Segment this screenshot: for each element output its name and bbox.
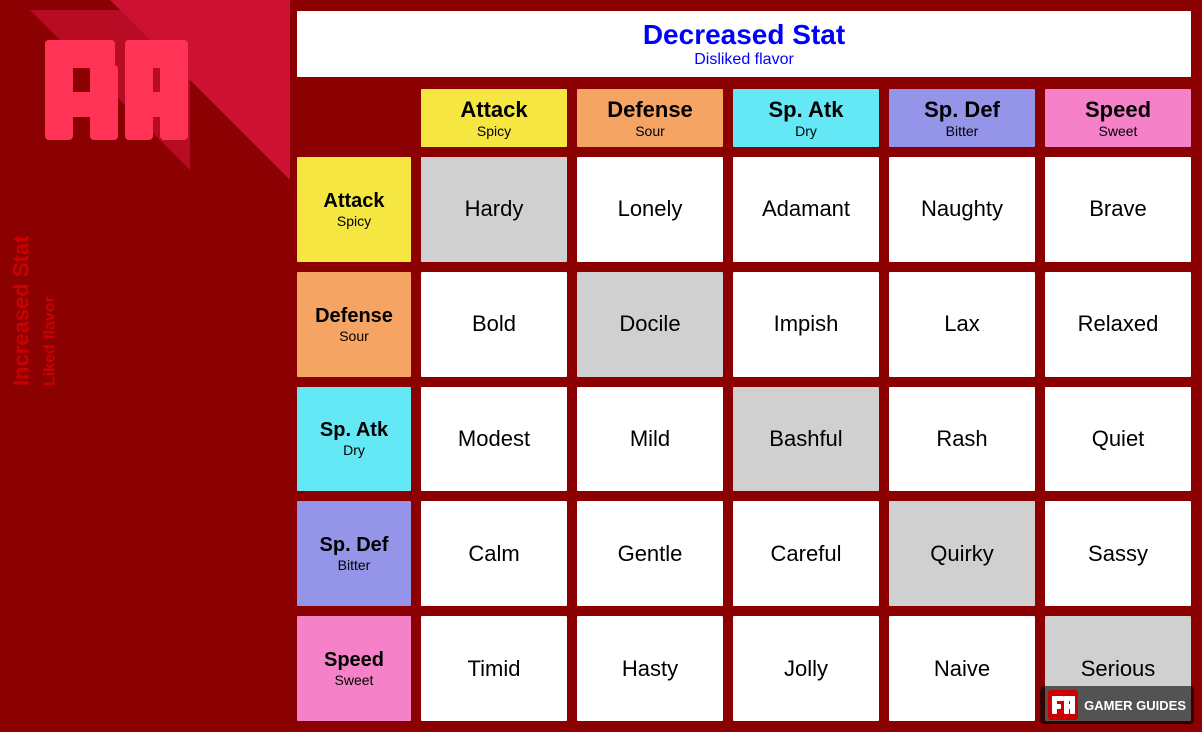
col-header-defense: Defense Sour bbox=[574, 86, 726, 150]
nature-cell: Sassy bbox=[1042, 498, 1194, 609]
nature-cell: Hardy bbox=[418, 154, 570, 265]
increased-stat-label: Increased Stat Liked flavor bbox=[9, 346, 62, 386]
row-header-defense: DefenseSour bbox=[294, 269, 414, 380]
nature-cell: Careful bbox=[730, 498, 882, 609]
watermark: GAMER GUIDES bbox=[1040, 686, 1194, 724]
col-spacer bbox=[294, 86, 414, 150]
col-speed-stat: Speed bbox=[1049, 97, 1187, 123]
nature-cell: Gentle bbox=[574, 498, 726, 609]
main-container: Increased Stat Liked flavor Decreased St… bbox=[0, 0, 1202, 732]
col-attack-flavor: Spicy bbox=[425, 123, 563, 139]
nature-cell: Jolly bbox=[730, 613, 882, 724]
nature-cell: Mild bbox=[574, 384, 726, 495]
nature-cell: Calm bbox=[418, 498, 570, 609]
table-row: Sp. DefBitterCalmGentleCarefulQuirkySass… bbox=[294, 498, 1194, 609]
decreased-stat-title: Decreased Stat bbox=[301, 19, 1187, 51]
column-headers: Attack Spicy Defense Sour Sp. Atk Dry Sp… bbox=[294, 86, 1194, 150]
table-row: DefenseSourBoldDocileImpishLaxRelaxed bbox=[294, 269, 1194, 380]
col-spatk-flavor: Dry bbox=[737, 123, 875, 139]
row-header-speed: SpeedSweet bbox=[294, 613, 414, 724]
game-logo bbox=[30, 10, 190, 170]
logo-area: Increased Stat Liked flavor bbox=[0, 0, 290, 732]
nature-cell: Rash bbox=[886, 384, 1038, 495]
table-area: Decreased Stat Disliked flavor Attack Sp… bbox=[290, 0, 1202, 732]
col-header-spdef: Sp. Def Bitter bbox=[886, 86, 1038, 150]
nature-cell: Lax bbox=[886, 269, 1038, 380]
nature-cell: Docile bbox=[574, 269, 726, 380]
col-spdef-flavor: Bitter bbox=[893, 123, 1031, 139]
col-attack-stat: Attack bbox=[425, 97, 563, 123]
table-body: AttackSpicyHardyLonelyAdamantNaughtyBrav… bbox=[294, 154, 1194, 724]
decreased-stat-header: Decreased Stat Disliked flavor bbox=[294, 8, 1194, 80]
nature-cell: Lonely bbox=[574, 154, 726, 265]
row-header-sp.def: Sp. DefBitter bbox=[294, 498, 414, 609]
table-row: AttackSpicyHardyLonelyAdamantNaughtyBrav… bbox=[294, 154, 1194, 265]
col-header-spatk: Sp. Atk Dry bbox=[730, 86, 882, 150]
nature-cell: Hasty bbox=[574, 613, 726, 724]
nature-cell: Timid bbox=[418, 613, 570, 724]
nature-cell: Quiet bbox=[1042, 384, 1194, 495]
col-speed-flavor: Sweet bbox=[1049, 123, 1187, 139]
watermark-text: GAMER GUIDES bbox=[1084, 698, 1186, 713]
row-header-attack: AttackSpicy bbox=[294, 154, 414, 265]
nature-cell: Bashful bbox=[730, 384, 882, 495]
nature-cell: Bold bbox=[418, 269, 570, 380]
disliked-flavor-label: Disliked flavor bbox=[301, 51, 1187, 69]
nature-cell: Naive bbox=[886, 613, 1038, 724]
nature-cell: Quirky bbox=[886, 498, 1038, 609]
nature-cell: Impish bbox=[730, 269, 882, 380]
col-header-attack: Attack Spicy bbox=[418, 86, 570, 150]
col-header-speed: Speed Sweet bbox=[1042, 86, 1194, 150]
nature-cell: Brave bbox=[1042, 154, 1194, 265]
table-row: Sp. AtkDryModestMildBashfulRashQuiet bbox=[294, 384, 1194, 495]
nature-cell: Naughty bbox=[886, 154, 1038, 265]
col-defense-flavor: Sour bbox=[581, 123, 719, 139]
col-spatk-stat: Sp. Atk bbox=[737, 97, 875, 123]
nature-cell: Adamant bbox=[730, 154, 882, 265]
col-defense-stat: Defense bbox=[581, 97, 719, 123]
col-spdef-stat: Sp. Def bbox=[893, 97, 1031, 123]
row-header-sp.atk: Sp. AtkDry bbox=[294, 384, 414, 495]
gamer-guides-icon bbox=[1048, 690, 1078, 720]
nature-cell: Modest bbox=[418, 384, 570, 495]
nature-cell: Relaxed bbox=[1042, 269, 1194, 380]
